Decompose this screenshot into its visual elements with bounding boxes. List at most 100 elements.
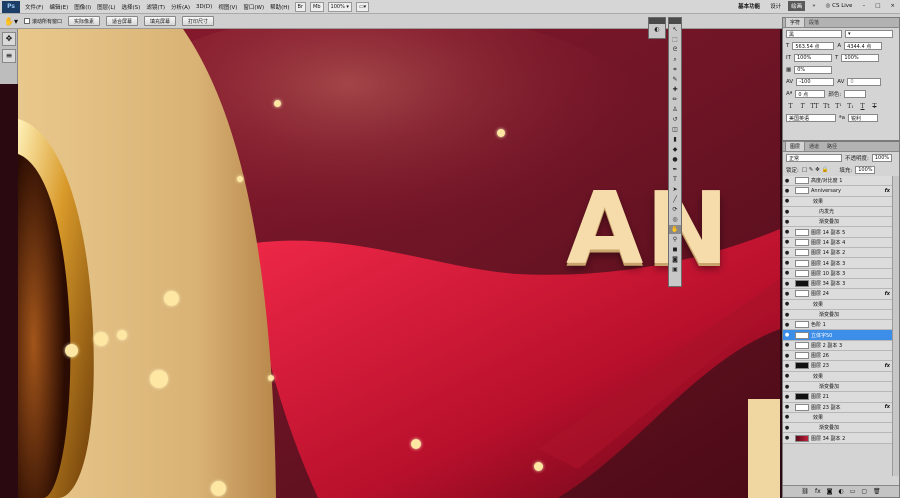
strikethrough-button[interactable]: T [870,103,879,110]
fx-icon[interactable]: fx [815,488,821,495]
visibility-eye-icon[interactable]: ● [783,435,791,441]
move-tool-icon[interactable]: ↖ [669,25,681,34]
visibility-eye-icon[interactable]: ● [783,188,791,194]
crop-tool-icon[interactable]: ⌗ [669,65,681,74]
history-brush-icon[interactable]: ↺ [669,115,681,124]
visibility-eye-icon[interactable]: ● [783,384,791,390]
layer-effect-item[interactable]: ● 渐变叠加 [783,217,899,228]
type-tool-icon[interactable]: T [669,175,681,184]
visibility-eye-icon[interactable]: ● [783,373,791,379]
layer-row[interactable]: ● 图层 10 副本 3 [783,268,899,279]
clone-stamp-icon[interactable]: ♙ [669,105,681,114]
layer-effects-row[interactable]: ● 效果 [783,196,899,207]
visibility-eye-icon[interactable]: ● [783,260,791,266]
fx-badge[interactable]: fx [885,291,890,297]
visibility-eye-icon[interactable]: ● [783,414,791,420]
layer-row[interactable]: ● 图层 14 副本 3 [783,258,899,269]
marquee-tool-icon[interactable]: ⬚ [669,35,681,44]
language-select[interactable]: 美国英语 [786,114,836,122]
scroll-all-windows[interactable]: 滚动所有窗口 [23,18,62,25]
layer-effects-row[interactable]: ● 效果 [783,299,899,310]
tools-header[interactable] [669,18,681,24]
layer-row[interactable]: ● 图层 24 fx [783,289,899,300]
minimize-button[interactable]: – [859,2,868,10]
document-canvas[interactable]: AN [18,29,780,498]
color-swatch-icon[interactable]: ◼ [669,245,681,254]
horizontal-scale-field[interactable]: 100% [841,54,880,62]
font-family-field[interactable]: 黑 [786,30,842,38]
workspace-paint[interactable]: 绘画 [788,1,806,11]
3d-orbit-icon[interactable]: ◎ [669,215,681,224]
tracking-field[interactable]: -100 [796,78,835,86]
visibility-eye-icon[interactable]: ● [783,281,791,287]
fill-screen-button[interactable]: 填充屏幕 [144,16,177,26]
visibility-eye-icon[interactable]: ● [783,291,791,297]
layer-row[interactable]: ● 图层 14 副本 5 [783,227,899,238]
dodge-tool-icon[interactable]: ● [669,155,681,164]
layer-row[interactable]: ● Anniversary fx [783,186,899,197]
brush-tool-icon[interactable]: ✏ [669,95,681,104]
underline-button[interactable]: T [858,103,867,110]
vertical-scale-field[interactable]: 100% [793,54,832,62]
layer-effect-item[interactable]: ● 渐变叠加 [783,309,899,321]
tab-paragraph[interactable]: 段落 [805,18,823,27]
layer-row[interactable]: ● 图层 21 [783,392,899,403]
menu-select[interactable]: 选择(S) [119,3,144,11]
all-caps-button[interactable]: TT [810,103,819,110]
superscript-button[interactable]: T¹ [834,103,843,110]
menu-image[interactable]: 图像(I) [71,3,94,11]
layer-row[interactable]: ● 立体字50 [783,330,899,341]
layer-row[interactable]: ● 图层 26 [783,351,899,362]
workspace-basic[interactable]: 基本功能 [735,1,763,11]
visibility-eye-icon[interactable]: ● [783,250,791,256]
blur-tool-icon[interactable]: ◆ [669,145,681,154]
mask-icon[interactable]: ◙ [827,488,833,495]
antialias-select[interactable]: 锐利 [847,114,878,122]
zoom-tool-icon[interactable]: ⚲ [669,235,681,244]
layer-effects-row[interactable]: ● 效果 [783,412,899,424]
minibridge-button[interactable]: Mb [310,1,324,12]
zoom-select[interactable]: 100% ▾ [327,1,352,12]
menu-window[interactable]: 窗口(W) [240,3,267,11]
layer-row[interactable]: ● 色阶 1 [783,320,899,331]
visibility-eye-icon[interactable]: ● [783,394,791,400]
layer-row[interactable]: ● 图层 34 副本 3 [783,278,899,290]
scroll-all-checkbox[interactable] [23,18,30,24]
visibility-eye-icon[interactable]: ● [783,342,791,348]
visibility-eye-icon[interactable]: ● [783,209,791,215]
navigator-icon[interactable]: ◐ [649,25,665,34]
tab-paths[interactable]: 路径 [823,142,841,151]
menu-filter[interactable]: 滤镜(T) [143,3,168,11]
menu-view[interactable]: 视图(V) [215,3,240,11]
fit-screen-button[interactable]: 适合屏幕 [106,16,139,26]
menu-3d[interactable]: 3D(D) [193,4,215,10]
tab-channels[interactable]: 通道 [805,142,823,151]
tab-layers[interactable]: 图层 [785,141,806,151]
eyedropper-tool-icon[interactable]: ✎ [669,75,681,84]
visibility-eye-icon[interactable]: ● [783,239,791,245]
screen-mode-button[interactable]: ▭▾ [355,1,370,12]
visibility-eye-icon[interactable]: ● [783,363,791,369]
eraser-tool-icon[interactable]: ◫ [669,125,681,134]
visibility-eye-icon[interactable]: ● [783,270,791,276]
fx-badge[interactable]: fx [885,404,890,410]
layer-row[interactable]: ● 高度/对比度 1 [783,176,899,187]
print-size-button[interactable]: 打印尺寸 [182,16,215,26]
lock-icon[interactable]: □ ✎ ✥ 🔒 [802,167,829,173]
hand-tool-icon[interactable]: ✋ [669,225,681,234]
gradient-tool-icon[interactable]: ▮ [669,135,681,144]
panel-toggle-icon[interactable]: ≡ [2,49,16,63]
layer-row[interactable]: ● 图层 2 副本 3 [783,340,899,352]
move-tool-icon[interactable]: ✥ [2,32,16,46]
font-size-field[interactable]: 563.54 点 [792,42,835,50]
quick-mask-icon[interactable]: ◙ [669,255,681,264]
layer-effect-item[interactable]: ● 渐变叠加 [783,381,899,393]
text-color-swatch[interactable] [844,90,867,98]
close-button[interactable]: × [887,2,898,10]
blend-mode-select[interactable]: 正常 [786,154,842,162]
workspace-more[interactable]: » [809,2,818,10]
new-layer-icon[interactable]: ▢ [861,488,867,495]
fill-field[interactable]: 100% [855,166,876,174]
menu-edit[interactable]: 编辑(E) [46,3,71,11]
quick-select-tool-icon[interactable]: ⌕ [669,55,681,64]
